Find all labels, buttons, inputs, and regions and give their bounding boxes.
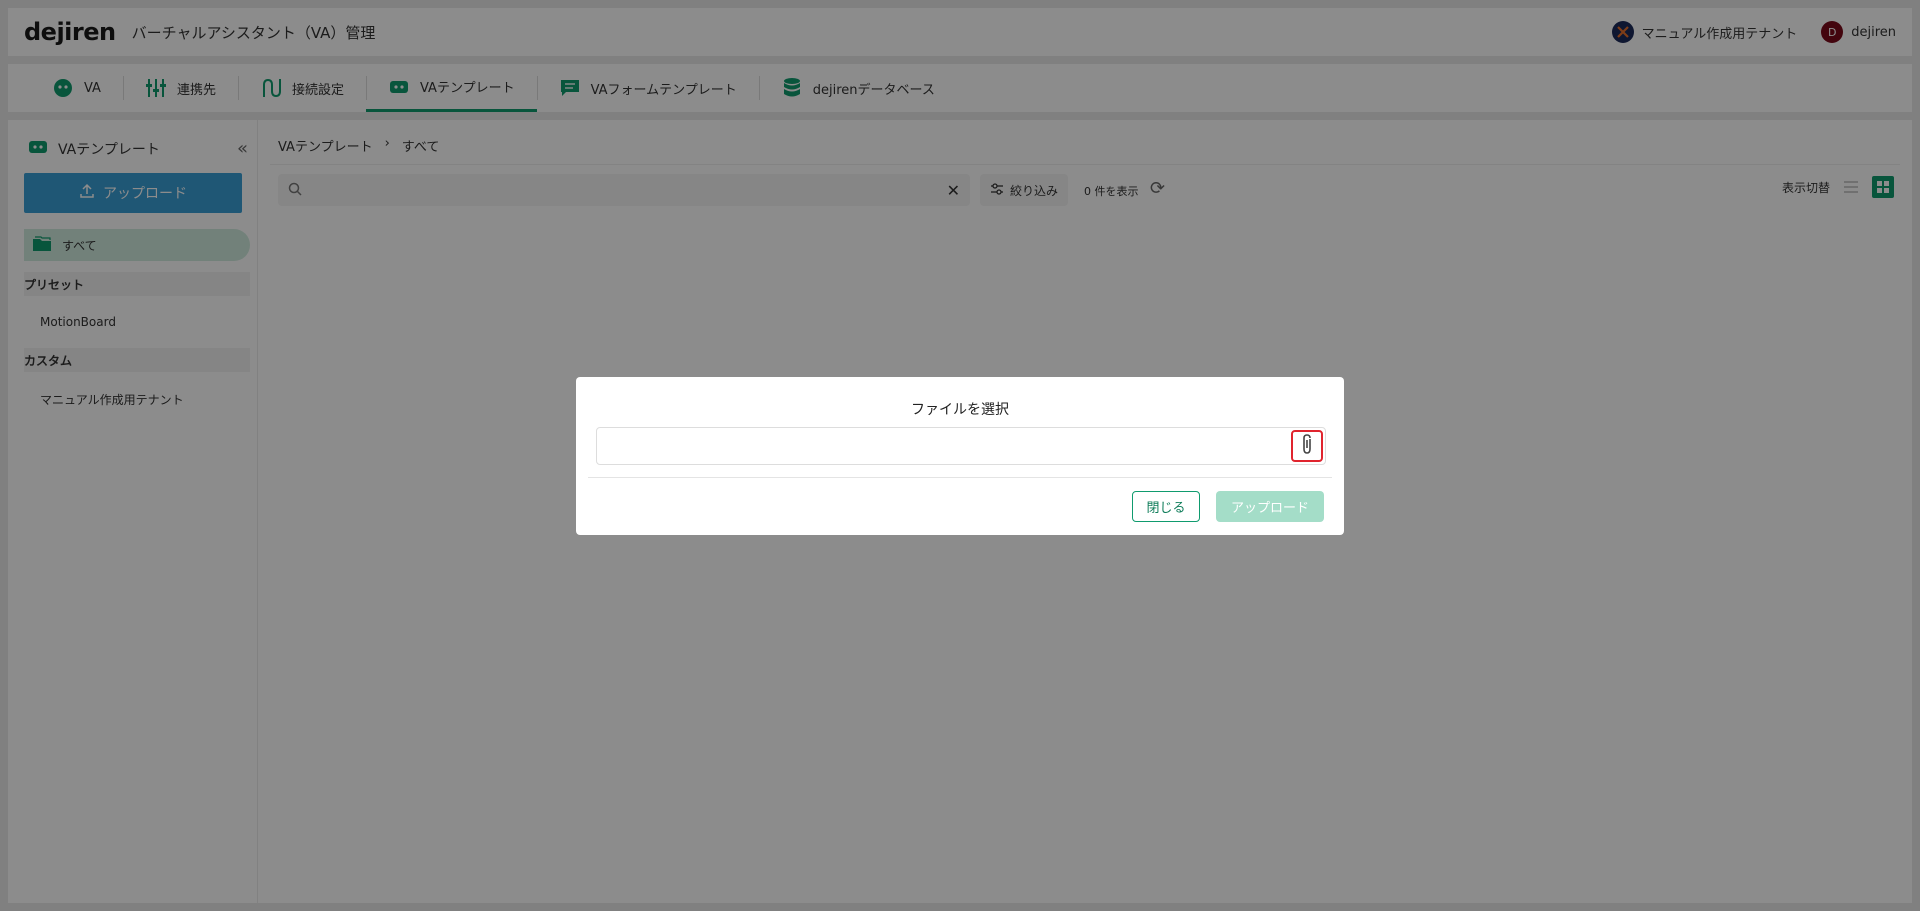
upload-button[interactable]: アップロード xyxy=(1216,491,1324,522)
file-input-field[interactable] xyxy=(596,427,1326,465)
dialog-title: ファイルを選択 xyxy=(911,402,1009,418)
divider xyxy=(588,477,1332,478)
paperclip-icon xyxy=(1300,433,1314,459)
close-button[interactable]: 閉じる xyxy=(1132,491,1200,522)
file-select-dialog: ファイルを選択 閉じる アップロード xyxy=(576,377,1344,535)
attach-file-button[interactable] xyxy=(1291,430,1323,462)
